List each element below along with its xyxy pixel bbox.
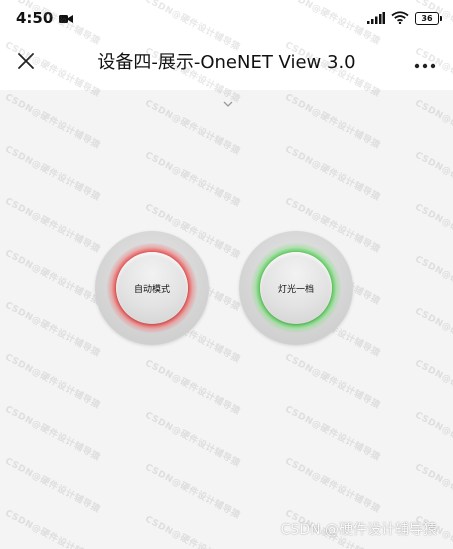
watermark-tile: CSDN@硬件设计辅导猿 — [283, 456, 382, 516]
watermark-tile: CSDN@硬件设计辅导猿 — [413, 202, 453, 262]
light-level-one-button[interactable]: 灯光一档 — [239, 231, 353, 345]
watermark-tile: CSDN@硬件设计辅导猿 — [143, 462, 242, 522]
camera-icon — [59, 9, 74, 28]
watermark-tile: CSDN@硬件设计辅导猿 — [3, 300, 102, 360]
auto-mode-label: 自动模式 — [133, 284, 170, 295]
watermark-tile: CSDN@硬件设计辅导猿 — [143, 150, 242, 210]
watermark-tile: CSDN@硬件设计辅导猿 — [283, 352, 382, 412]
watermark-tile: CSDN@硬件设计辅导猿 — [283, 92, 382, 152]
watermark-tile: CSDN@硬件设计辅导猿 — [143, 514, 242, 549]
close-icon — [17, 52, 35, 74]
footer-watermark: CSDN @硬件设计辅导猿 — [280, 522, 437, 538]
watermark-tile: CSDN@硬件设计辅导猿 — [3, 508, 102, 549]
more-button[interactable] — [411, 49, 439, 77]
watermark-tile: CSDN@硬件设计辅导猿 — [413, 306, 453, 366]
watermark-tile: CSDN@硬件设计辅导猿 — [143, 410, 242, 470]
watermark-tile: CSDN@硬件设计辅导猿 — [413, 462, 453, 522]
app-screen: 4:50 36 设备四-展示-OneNET View 3.0 CSDN@硬件设计… — [0, 0, 453, 549]
auto-mode-face: 自动模式 — [116, 252, 188, 324]
watermark-tile: CSDN@硬件设计辅导猿 — [413, 150, 453, 210]
watermark-tile: CSDN@硬件设计辅导猿 — [3, 404, 102, 464]
watermark-tile: CSDN@硬件设计辅导猿 — [3, 144, 102, 204]
more-horizontal-icon — [414, 54, 436, 73]
light-level-one-label: 灯光一档 — [277, 284, 314, 295]
battery-icon: 36 — [415, 11, 442, 25]
title-bar: 设备四-展示-OneNET View 3.0 — [0, 36, 453, 90]
chevron-down-icon — [221, 94, 235, 113]
watermark-tile: CSDN@硬件设计辅导猿 — [143, 358, 242, 418]
signal-icon — [367, 9, 385, 28]
status-time: 4:50 — [16, 9, 54, 27]
auto-mode-button[interactable]: 自动模式 — [95, 231, 209, 345]
watermark-tile: CSDN@硬件设计辅导猿 — [283, 144, 382, 204]
watermark-tile: CSDN@硬件设计辅导猿 — [3, 456, 102, 516]
watermark-tile: CSDN@硬件设计辅导猿 — [413, 358, 453, 418]
watermark-tile: CSDN@硬件设计辅导猿 — [413, 254, 453, 314]
collapse-handle[interactable] — [221, 94, 235, 107]
watermark-tile: CSDN@硬件设计辅导猿 — [283, 404, 382, 464]
watermark-tile: CSDN@硬件设计辅导猿 — [3, 196, 102, 256]
watermark-tile: CSDN@硬件设计辅导猿 — [413, 410, 453, 470]
page-title: 设备四-展示-OneNET View 3.0 — [97, 52, 356, 73]
watermark-tile: CSDN@硬件设计辅导猿 — [3, 92, 102, 152]
wifi-icon — [391, 9, 409, 28]
status-right: 36 — [367, 9, 442, 28]
watermark-tile: CSDN@硬件设计辅导猿 — [3, 248, 102, 308]
watermark-tile: CSDN@硬件设计辅导猿 — [413, 98, 453, 158]
light-level-one-face: 灯光一档 — [260, 252, 332, 324]
watermark-tile: CSDN@硬件设计辅导猿 — [3, 352, 102, 412]
status-left: 4:50 — [16, 9, 74, 28]
status-bar: 4:50 36 — [0, 0, 453, 36]
close-button[interactable] — [12, 49, 40, 77]
